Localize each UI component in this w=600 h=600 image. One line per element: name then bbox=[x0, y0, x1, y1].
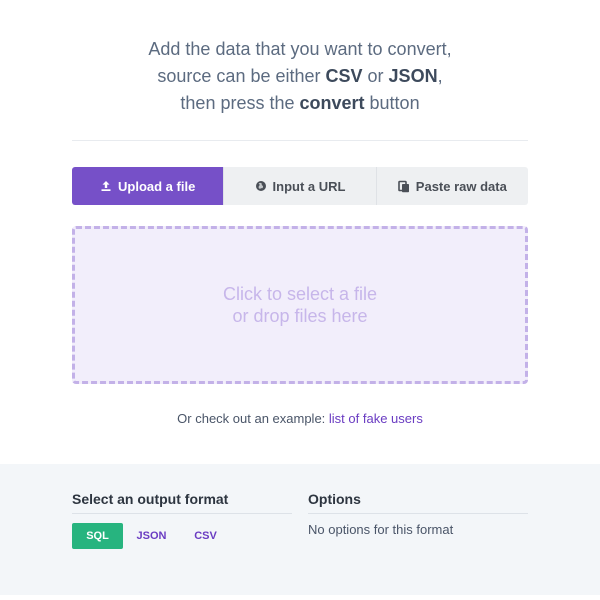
divider bbox=[72, 140, 528, 141]
output-format-divider bbox=[72, 513, 292, 514]
csv-emphasis: CSV bbox=[325, 66, 363, 86]
output-panel: Select an output format SQL JSON CSV Opt… bbox=[0, 464, 600, 600]
no-options-message: No options for this format bbox=[308, 522, 454, 537]
convert-emphasis: convert bbox=[299, 93, 365, 113]
tab-paste-raw-data-label: Paste raw data bbox=[415, 178, 507, 194]
paste-icon bbox=[397, 180, 410, 193]
json-emphasis: JSON bbox=[388, 66, 438, 86]
format-sql-button[interactable]: SQL bbox=[72, 523, 123, 549]
drop-zone-line-2: or drop files here bbox=[232, 306, 368, 326]
tab-upload-file[interactable]: Upload a file bbox=[72, 167, 224, 205]
tab-upload-file-label: Upload a file bbox=[118, 178, 196, 194]
options-title: Options bbox=[308, 491, 361, 507]
page-bottom-edge bbox=[0, 595, 600, 600]
intro-line-1: Add the data that you want to convert, bbox=[148, 39, 452, 59]
example-prefix: Or check out an example: bbox=[177, 411, 329, 426]
input-method-tabs: Upload a file Input a URL Paste raw data bbox=[72, 167, 528, 205]
intro-line-2: source can be either CSV or JSON, bbox=[157, 66, 443, 86]
output-format-title: Select an output format bbox=[72, 491, 229, 507]
file-drop-zone[interactable]: Click to select a file or drop files her… bbox=[72, 226, 528, 384]
globe-icon bbox=[255, 180, 267, 192]
tab-paste-raw-data[interactable]: Paste raw data bbox=[375, 167, 528, 205]
drop-zone-line-1: Click to select a file bbox=[222, 284, 378, 304]
upload-icon bbox=[100, 180, 112, 192]
tab-input-url[interactable]: Input a URL bbox=[223, 167, 376, 205]
format-csv-button[interactable]: CSV bbox=[180, 523, 231, 549]
intro-line-3: then press the convert button bbox=[180, 93, 420, 113]
converter-page: Add the data that you want to convert, s… bbox=[0, 0, 600, 600]
format-json-button[interactable]: JSON bbox=[126, 523, 177, 549]
tab-input-url-label: Input a URL bbox=[272, 178, 346, 194]
example-hint: Or check out an example: list of fake us… bbox=[0, 411, 600, 426]
intro-heading: Add the data that you want to convert, s… bbox=[0, 36, 600, 117]
options-divider bbox=[308, 513, 528, 514]
example-link[interactable]: list of fake users bbox=[329, 411, 423, 426]
